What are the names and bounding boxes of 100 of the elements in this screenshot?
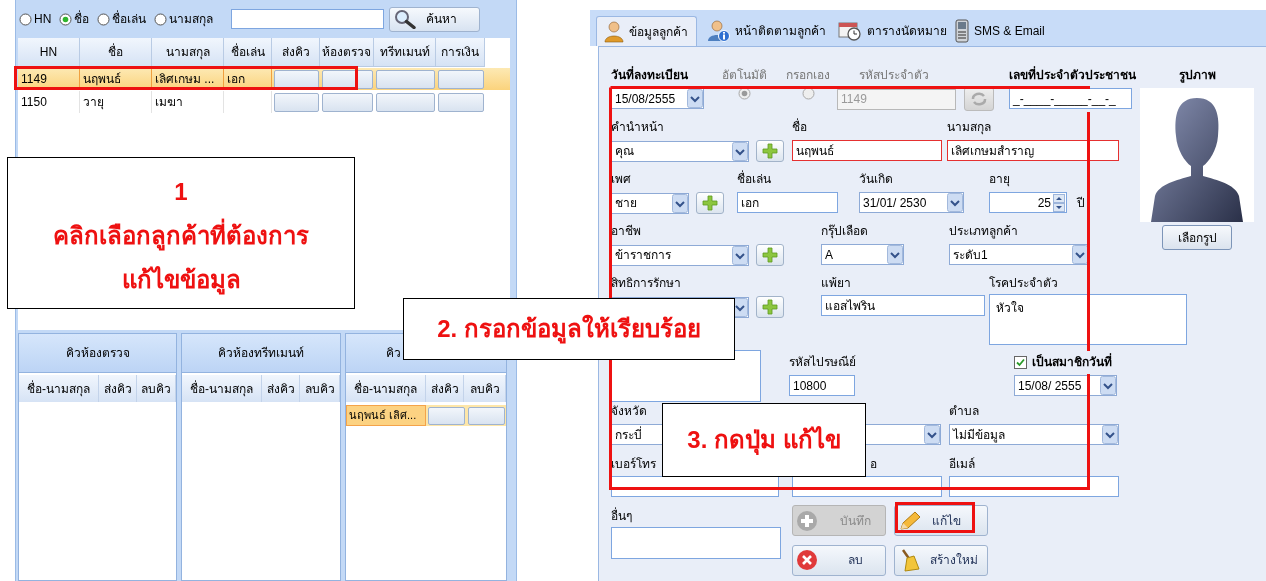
x-circle-icon — [796, 549, 818, 571]
radio-button[interactable] — [59, 12, 73, 26]
field-label: รูปภาพ — [1178, 67, 1216, 84]
radio-label[interactable]: ชื่อ — [74, 10, 90, 28]
callout-text: คลิกเลือกลูกค้าที่ต้องการ — [53, 216, 309, 256]
radio-button[interactable] — [97, 12, 111, 26]
table-cell: วายุ — [80, 91, 152, 113]
table-cell: 1150 — [18, 91, 80, 113]
column-header[interactable]: ชื่อเล่น — [224, 38, 272, 67]
field-label: อัตโนมัติ — [722, 67, 768, 84]
date-picker[interactable]: 31/01/ 2530 — [859, 192, 964, 213]
grid-button[interactable] — [467, 406, 505, 425]
dropdown[interactable]: ชาย — [611, 192, 689, 214]
refresh-button[interactable] — [964, 87, 994, 111]
text-field: 1149 — [837, 88, 956, 110]
mobile-phone-icon — [955, 19, 969, 43]
dropdown[interactable]: ระดับ1 — [949, 244, 1089, 265]
radio-button[interactable] — [738, 87, 751, 100]
table-row[interactable]: นฤพนธ์ เลิศ... — [346, 405, 506, 426]
grid-button[interactable] — [273, 92, 319, 112]
grid-button[interactable] — [321, 92, 373, 112]
column-header[interactable]: ทรีทเมนท์ — [374, 38, 436, 67]
refresh-icon — [971, 92, 987, 106]
dropdown[interactable]: ไม่มีข้อมูล — [949, 424, 1119, 445]
chevron-down-icon — [1100, 376, 1116, 395]
radio-button[interactable] — [802, 87, 815, 100]
column-header[interactable]: ลบคิว — [300, 375, 340, 402]
field-label: อื่นๆ — [611, 507, 633, 525]
text-area[interactable]: หัวใจ — [989, 294, 1187, 345]
column-header[interactable]: ส่งคิว — [99, 375, 137, 402]
column-header[interactable]: ชื่อ-นามสกุล — [346, 375, 426, 402]
radio-label[interactable]: นามสกุล — [169, 10, 214, 28]
radio-button[interactable] — [19, 12, 32, 26]
text-field[interactable] — [949, 476, 1119, 497]
tab[interactable]: ตารางนัดหมาย — [831, 16, 944, 46]
plus-circle-icon — [796, 509, 818, 532]
panel-title: คิวห้องทรีทเมนท์ — [182, 334, 340, 373]
column-header[interactable]: นามสกุล — [152, 38, 224, 67]
text-field[interactable]: เอก — [737, 192, 838, 213]
column-header[interactable]: ห้องตรวจ — [320, 38, 374, 67]
grid-button[interactable] — [437, 69, 484, 89]
chevron-down-icon — [947, 193, 963, 212]
column-header[interactable]: ส่งคิว — [262, 375, 300, 402]
grid-button[interactable] — [375, 69, 435, 89]
tab[interactable]: หน้าติดตามลูกค้า — [701, 16, 827, 46]
person-info-icon — [708, 20, 730, 42]
column-header[interactable]: ชื่อ — [80, 38, 152, 67]
grid-button[interactable] — [437, 92, 484, 112]
dropdown[interactable]: คุณ — [611, 140, 749, 162]
text-field[interactable]: 10800 — [789, 375, 855, 396]
pencil-icon — [898, 509, 922, 532]
checkbox-label[interactable]: เป็นสมาชิกวันที่ — [1032, 353, 1112, 371]
field-label: ชื่อ — [792, 118, 808, 136]
add-button[interactable] — [756, 140, 784, 162]
chevron-down-icon — [732, 245, 748, 265]
radio-label[interactable]: HN — [34, 10, 52, 28]
column-header[interactable]: HN — [18, 38, 80, 67]
search-button[interactable]: ค้นหา — [389, 6, 481, 32]
column-header[interactable]: การเงิน — [436, 38, 485, 67]
text-field[interactable]: แอสไพริน — [821, 295, 985, 316]
column-header[interactable]: ลบคิว — [464, 375, 506, 402]
action-button[interactable]: ลบ — [792, 544, 886, 576]
grid-button[interactable] — [375, 92, 435, 112]
field-label: อายุ — [989, 171, 1011, 188]
field-label: จังหวัด — [611, 403, 648, 420]
add-button[interactable] — [756, 244, 784, 266]
add-button[interactable] — [756, 296, 784, 318]
checkbox[interactable] — [1014, 355, 1027, 369]
column-header[interactable]: ชื่อ-นามสกุล — [19, 375, 99, 402]
table-cell: นฤพนธ์ — [80, 68, 152, 90]
field-label: อ — [870, 456, 877, 473]
column-header[interactable]: ชื่อ-นามสกุล — [182, 375, 262, 402]
plus-icon — [762, 247, 778, 263]
choose-photo-button[interactable]: เลือกรูป — [1162, 225, 1232, 250]
action-button[interactable]: สร้างใหม่ — [894, 544, 988, 576]
grid-button[interactable] — [427, 406, 465, 425]
text-field[interactable]: เลิศเกษมสำราญ — [947, 140, 1119, 161]
column-header[interactable]: ส่งคิว — [272, 38, 320, 67]
add-button[interactable] — [696, 192, 724, 214]
number-spinner[interactable]: 25 — [989, 192, 1067, 213]
text-area[interactable] — [611, 527, 781, 559]
field-label: รหัสประจำตัว — [858, 67, 930, 84]
tab[interactable]: ข้อมูลลูกค้า — [596, 16, 697, 46]
radio-button[interactable] — [154, 12, 168, 26]
field-label: คำนำหน้า — [611, 119, 665, 136]
radio-label[interactable]: ชื่อเล่น — [112, 10, 147, 28]
dropdown[interactable]: ข้าราชการ — [611, 244, 749, 266]
column-header[interactable]: ลบคิว — [137, 375, 176, 402]
search-icon — [394, 9, 417, 29]
column-header[interactable]: ส่งคิว — [426, 375, 464, 402]
chevron-down-icon — [1102, 425, 1118, 444]
dropdown[interactable]: A — [821, 244, 904, 265]
search-field[interactable] — [231, 9, 385, 29]
text-field[interactable]: _-____-_____-__-_ — [1009, 88, 1132, 109]
spin-arrows-icon — [1053, 193, 1065, 212]
tab[interactable]: SMS & Email — [948, 16, 1058, 46]
chevron-down-icon — [672, 193, 688, 213]
text-field[interactable]: นฤพนธ์ — [792, 140, 942, 161]
field-label: นามสกุล — [947, 119, 992, 136]
date-picker[interactable]: 15/08/ 2555 — [1014, 375, 1117, 396]
